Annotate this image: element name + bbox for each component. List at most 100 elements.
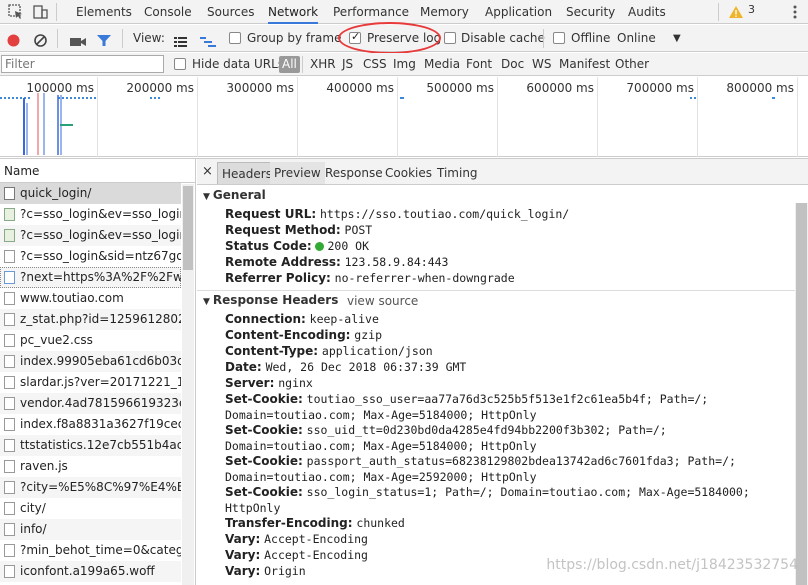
watermark-text: https://blog.csdn.net/j18423532754 <box>546 557 798 573</box>
capture-screenshots-icon[interactable] <box>69 32 87 46</box>
header-line: Vary: Accept-Encoding <box>225 531 795 547</box>
table-row[interactable]: www.toutiao.com <box>0 288 181 309</box>
filter-type-other[interactable]: Other <box>615 53 649 76</box>
throttling-select[interactable]: Online <box>617 25 656 52</box>
request-name: iconfont.a199a65.woff <box>20 564 155 578</box>
table-row[interactable]: ?next=https%3A%2F%2Fwww. <box>0 267 181 288</box>
tab-performance[interactable]: Performance <box>333 0 409 24</box>
table-row[interactable]: ?min_behot_time=0&category <box>0 540 181 561</box>
header-line: Transfer-Encoding: chunked <box>225 515 795 531</box>
response-headers-section-header[interactable]: ▼ Response Headers <box>203 293 338 307</box>
waterfall-icon[interactable] <box>199 32 217 47</box>
tab-security[interactable]: Security <box>566 0 615 24</box>
header-key: Content-Encoding: <box>225 328 351 342</box>
scrollbar-thumb[interactable] <box>796 203 807 585</box>
table-row[interactable]: info/ <box>0 519 181 540</box>
detail-scrollbar[interactable] <box>795 203 808 585</box>
status-ok-icon <box>315 242 325 251</box>
inspect-element-icon[interactable] <box>8 4 24 20</box>
document-icon <box>4 523 15 536</box>
disable-cache-checkbox[interactable] <box>444 32 456 44</box>
tab-headers[interactable]: Headers <box>217 162 277 184</box>
header-key: Transfer-Encoding: <box>225 516 353 530</box>
table-row[interactable]: quick_login/ <box>0 183 181 204</box>
offline-checkbox[interactable] <box>553 32 565 44</box>
request-name: pc_vue2.css <box>20 333 93 347</box>
requests-scrollbar[interactable] <box>182 184 194 585</box>
filter-icon[interactable] <box>96 31 112 46</box>
tab-response[interactable]: Response <box>321 162 387 184</box>
header-value: 123.58.9.84:443 <box>344 255 449 269</box>
filter-type-media[interactable]: Media <box>424 53 460 76</box>
section-divider <box>197 290 795 291</box>
header-value: Accept-Encoding <box>264 532 368 546</box>
more-options-icon[interactable] <box>787 4 803 20</box>
record-icon[interactable] <box>6 31 21 47</box>
filter-type-font[interactable]: Font <box>466 53 492 76</box>
group-by-frame-checkbox[interactable] <box>229 32 241 44</box>
header-line: Connection: keep-alive <box>225 311 795 327</box>
document-icon <box>4 187 15 200</box>
timeline-overview[interactable]: 100000 ms 200000 ms 300000 ms 400000 ms … <box>0 77 808 157</box>
name-column-header[interactable]: Name <box>0 159 195 183</box>
general-section-header[interactable]: ▼ General <box>203 188 266 202</box>
tab-console[interactable]: Console <box>144 0 192 24</box>
header-line: Content-Encoding: gzip <box>225 327 795 343</box>
filter-type-ws[interactable]: WS <box>532 53 551 76</box>
tab-sources[interactable]: Sources <box>207 0 254 24</box>
table-row[interactable]: z_stat.php?id=1259612802&we <box>0 309 181 330</box>
collapse-triangle-icon: ▼ <box>203 297 210 307</box>
document-icon <box>4 460 15 473</box>
view-source-link[interactable]: view source <box>347 294 418 308</box>
header-key: Connection: <box>225 312 306 326</box>
tab-elements[interactable]: Elements <box>76 0 132 24</box>
table-row[interactable]: vendor.4ad781596619323e2c61 <box>0 393 181 414</box>
preserve-log-checkbox[interactable] <box>349 30 361 44</box>
table-row[interactable]: ?city=%E5%8C%97%E4%BA%. <box>0 477 181 498</box>
table-row[interactable]: ?c=sso_login&sid=ntz67gqlp1 <box>0 246 181 267</box>
request-name: ?c=sso_login&sid=ntz67gqlp1 <box>20 249 181 263</box>
filter-type-js[interactable]: JS <box>342 53 353 76</box>
filter-input[interactable] <box>1 55 164 73</box>
table-row[interactable]: ttstatistics.12e7cb551b4acdc20 <box>0 435 181 456</box>
filter-type-xhr[interactable]: XHR <box>310 53 336 76</box>
table-row[interactable]: pc_vue2.css <box>0 330 181 351</box>
chevron-down-icon[interactable]: ▼ <box>673 25 681 52</box>
image-icon <box>4 229 15 242</box>
scrollbar-thumb[interactable] <box>183 186 193 270</box>
clear-icon[interactable] <box>33 31 48 47</box>
filter-type-manifest[interactable]: Manifest <box>559 53 610 76</box>
large-rows-icon[interactable] <box>173 32 188 47</box>
device-toolbar-icon[interactable] <box>32 4 48 20</box>
tab-audits[interactable]: Audits <box>628 0 666 24</box>
tab-cookies[interactable]: Cookies <box>381 162 436 184</box>
filter-type-all[interactable]: All <box>279 56 300 73</box>
table-row[interactable]: index.99905eba61cd6b03da63b <box>0 351 181 372</box>
header-value: chunked <box>356 516 405 530</box>
tab-preview[interactable]: Preview <box>270 162 325 184</box>
document-icon <box>4 355 15 368</box>
tab-memory[interactable]: Memory <box>420 0 469 24</box>
hide-data-urls-checkbox[interactable] <box>174 58 186 70</box>
table-row[interactable]: city/ <box>0 498 181 519</box>
tab-network[interactable]: Network <box>268 0 319 24</box>
collapse-triangle-icon: ▼ <box>203 192 210 202</box>
image-icon <box>4 208 15 221</box>
filter-type-css[interactable]: CSS <box>363 53 387 76</box>
tab-timing[interactable]: Timing <box>433 162 482 184</box>
table-row[interactable]: iconfont.a199a65.woff <box>0 561 181 582</box>
table-row[interactable]: slardar.js?ver=20171221_1 <box>0 372 181 393</box>
table-row[interactable]: raven.js <box>0 456 181 477</box>
table-row[interactable]: ?c=sso_login&ev=sso_login_c <box>0 204 181 225</box>
tab-application[interactable]: Application <box>485 0 552 24</box>
close-icon[interactable]: × <box>202 164 213 179</box>
filter-type-img[interactable]: Img <box>393 53 416 76</box>
filter-type-doc[interactable]: Doc <box>501 53 524 76</box>
table-row[interactable]: index.f8a8831a3627f19cecc6.js <box>0 414 181 435</box>
warnings-count: 3 <box>748 3 755 16</box>
document-icon <box>4 397 15 410</box>
offline-label: Offline <box>571 31 611 45</box>
header-line: Status Code: 200 OK <box>225 238 795 254</box>
table-row[interactable]: ?c=sso_login&ev=sso_login_s <box>0 225 181 246</box>
warning-icon[interactable] <box>728 4 744 20</box>
